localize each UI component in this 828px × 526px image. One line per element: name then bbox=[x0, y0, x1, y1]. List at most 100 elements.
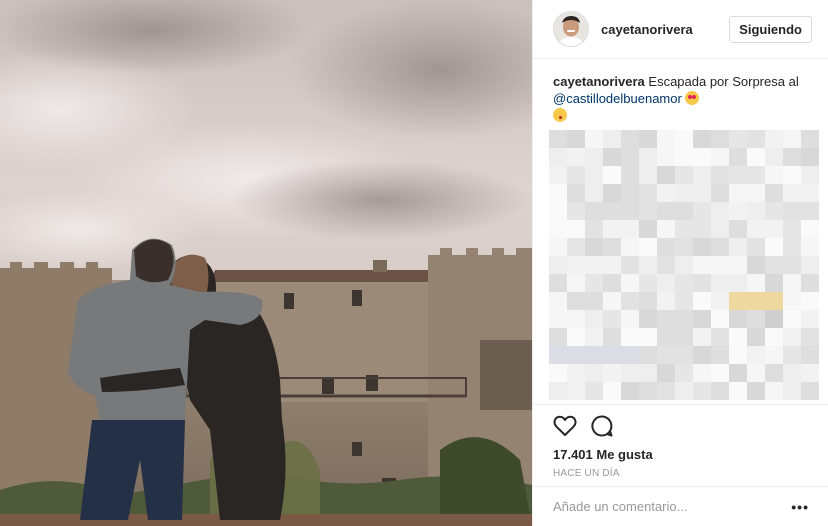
pixel-cell bbox=[567, 220, 585, 238]
pixel-cell bbox=[729, 238, 747, 256]
pixel-cell bbox=[657, 310, 675, 328]
pixel-cell bbox=[729, 220, 747, 238]
pixel-cell bbox=[585, 148, 603, 166]
pixel-cell bbox=[747, 346, 765, 364]
avatar[interactable] bbox=[553, 11, 589, 47]
pixel-cell bbox=[729, 256, 747, 274]
pixel-cell bbox=[675, 130, 693, 148]
pixel-cell bbox=[657, 382, 675, 400]
pixel-cell bbox=[765, 184, 783, 202]
pixel-cell bbox=[639, 310, 657, 328]
pixel-cell bbox=[603, 346, 621, 364]
pixel-cell bbox=[639, 202, 657, 220]
pixel-cell bbox=[783, 148, 801, 166]
pixel-cell bbox=[549, 364, 567, 382]
caption-username[interactable]: cayetanorivera bbox=[553, 74, 645, 89]
pixel-cell bbox=[585, 184, 603, 202]
comment-icon[interactable] bbox=[591, 414, 613, 442]
pixel-cell bbox=[747, 238, 765, 256]
pixel-cell bbox=[603, 256, 621, 274]
pixel-cell bbox=[585, 202, 603, 220]
pixel-cell bbox=[765, 130, 783, 148]
pixel-cell bbox=[693, 328, 711, 346]
pixel-cell bbox=[603, 166, 621, 184]
pixel-cell bbox=[765, 310, 783, 328]
pixel-cell bbox=[729, 328, 747, 346]
pixel-cell bbox=[603, 184, 621, 202]
likes-count[interactable]: 17.401 Me gusta bbox=[533, 443, 828, 462]
pixel-cell bbox=[783, 364, 801, 382]
pixel-cell bbox=[675, 238, 693, 256]
pixel-cell bbox=[693, 220, 711, 238]
pixel-cell bbox=[585, 256, 603, 274]
pixel-cell bbox=[567, 364, 585, 382]
pixel-cell bbox=[621, 184, 639, 202]
pixel-cell bbox=[801, 202, 819, 220]
pixel-cell bbox=[603, 310, 621, 328]
pixel-cell bbox=[585, 364, 603, 382]
pixel-cell bbox=[549, 328, 567, 346]
header-username[interactable]: cayetanorivera bbox=[601, 22, 729, 37]
pixel-cell bbox=[603, 202, 621, 220]
pixel-cell bbox=[693, 364, 711, 382]
pixel-cell bbox=[765, 202, 783, 220]
pixel-cell bbox=[729, 202, 747, 220]
pixel-cell bbox=[693, 184, 711, 202]
caption-mention[interactable]: @castillodelbuenamor bbox=[553, 91, 682, 106]
pixel-cell bbox=[765, 382, 783, 400]
pixel-cell bbox=[585, 166, 603, 184]
pixel-cell bbox=[639, 328, 657, 346]
pixel-cell bbox=[639, 220, 657, 238]
pixel-cell bbox=[693, 292, 711, 310]
pixel-cell bbox=[567, 346, 585, 364]
pixel-cell bbox=[639, 238, 657, 256]
pixel-cell bbox=[621, 382, 639, 400]
pixel-cell bbox=[621, 148, 639, 166]
pixel-cell bbox=[747, 292, 765, 310]
heart-icon[interactable] bbox=[553, 415, 577, 442]
pixel-cell bbox=[747, 184, 765, 202]
pixel-cell bbox=[693, 274, 711, 292]
pixel-cell bbox=[801, 130, 819, 148]
pixel-cell bbox=[567, 202, 585, 220]
pixel-cell bbox=[783, 220, 801, 238]
pixel-cell bbox=[657, 166, 675, 184]
pixel-cell bbox=[621, 364, 639, 382]
heart-eyes-emoji bbox=[685, 91, 700, 105]
pixel-cell bbox=[603, 130, 621, 148]
pixel-cell bbox=[747, 382, 765, 400]
pixel-cell bbox=[801, 166, 819, 184]
pixel-cell bbox=[675, 220, 693, 238]
comment-bar: ••• bbox=[533, 486, 828, 526]
pixel-cell bbox=[639, 364, 657, 382]
pixel-cell bbox=[765, 148, 783, 166]
pixel-cell bbox=[801, 238, 819, 256]
pixel-cell bbox=[567, 256, 585, 274]
pixel-cell bbox=[657, 256, 675, 274]
pixel-cell bbox=[783, 184, 801, 202]
comment-input[interactable] bbox=[553, 499, 792, 514]
pixel-cell bbox=[801, 382, 819, 400]
pixel-cell bbox=[783, 292, 801, 310]
pixel-cell bbox=[657, 292, 675, 310]
post-timestamp[interactable]: HACE UN DÍA bbox=[533, 462, 828, 479]
pixel-cell bbox=[603, 238, 621, 256]
pixel-cell bbox=[711, 292, 729, 310]
pixel-cell bbox=[765, 220, 783, 238]
pixel-cell bbox=[693, 130, 711, 148]
pixel-cell bbox=[711, 202, 729, 220]
pixel-cell bbox=[549, 292, 567, 310]
pixel-cell bbox=[675, 364, 693, 382]
following-button[interactable]: Siguiendo bbox=[729, 15, 812, 43]
pixel-cell bbox=[621, 310, 639, 328]
post-photo[interactable] bbox=[0, 0, 532, 526]
pixel-cell bbox=[693, 382, 711, 400]
post-header: cayetanorivera Siguiendo bbox=[533, 0, 828, 59]
pixel-cell bbox=[729, 346, 747, 364]
pixel-cell bbox=[657, 238, 675, 256]
pixel-cell bbox=[621, 292, 639, 310]
pixel-cell bbox=[585, 292, 603, 310]
pixel-cell bbox=[765, 328, 783, 346]
pixel-cell bbox=[765, 274, 783, 292]
more-options-icon[interactable]: ••• bbox=[791, 499, 809, 515]
